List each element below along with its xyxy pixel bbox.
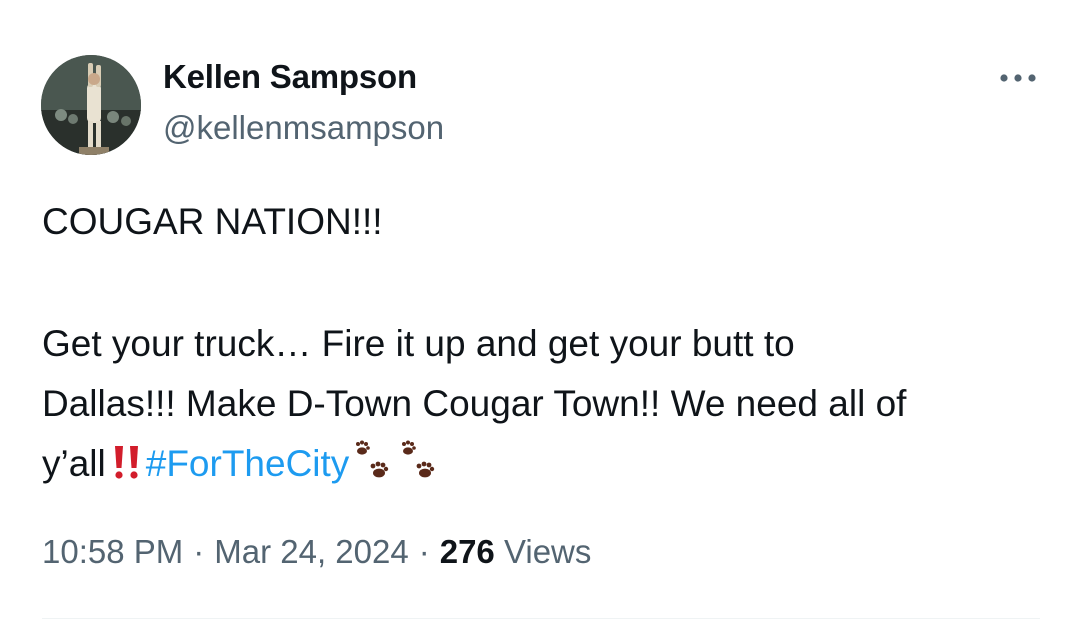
more-horizontal-icon bbox=[1000, 74, 1036, 82]
tweet-text: COUGAR NATION!!! Get your truck… Fire it… bbox=[42, 192, 1052, 502]
tweet-line: COUGAR NATION!!! bbox=[42, 201, 383, 242]
more-options-button[interactable] bbox=[996, 63, 1040, 93]
double-exclamation-icon bbox=[112, 438, 142, 498]
author-handle[interactable]: @kellenmsampson bbox=[163, 109, 444, 147]
divider bbox=[42, 618, 1040, 619]
avatar-photo bbox=[41, 55, 141, 155]
avatar[interactable] bbox=[41, 55, 141, 155]
paw-prints-icon bbox=[399, 440, 441, 502]
views-count[interactable]: 276 bbox=[440, 533, 495, 570]
tweet-text-fragment: y’all bbox=[42, 443, 106, 484]
tweet-card: Kellen Sampson @kellenmsampson COUGAR NA… bbox=[0, 0, 1080, 623]
views-label[interactable]: Views bbox=[504, 533, 591, 570]
paw-prints-icon bbox=[353, 440, 395, 502]
tweet-line: Dallas!!! Make D-Town Cougar Town!! We n… bbox=[42, 383, 907, 424]
tweet-line: Get your truck… Fire it up and get your … bbox=[42, 323, 795, 364]
meta-separator: · bbox=[193, 533, 205, 570]
tweet-time[interactable]: 10:58 PM bbox=[42, 533, 183, 570]
hashtag-link[interactable]: #ForTheCity bbox=[146, 443, 350, 484]
tweet-meta: 10:58 PM · Mar 24, 2024 · 276 Views bbox=[42, 533, 591, 571]
meta-separator: · bbox=[418, 533, 430, 570]
author-display-name[interactable]: Kellen Sampson bbox=[163, 58, 417, 96]
paragraph-break bbox=[42, 252, 1052, 314]
tweet-date[interactable]: Mar 24, 2024 bbox=[214, 533, 408, 570]
tweet-line-last: y’all #ForTheCity bbox=[42, 434, 1052, 502]
